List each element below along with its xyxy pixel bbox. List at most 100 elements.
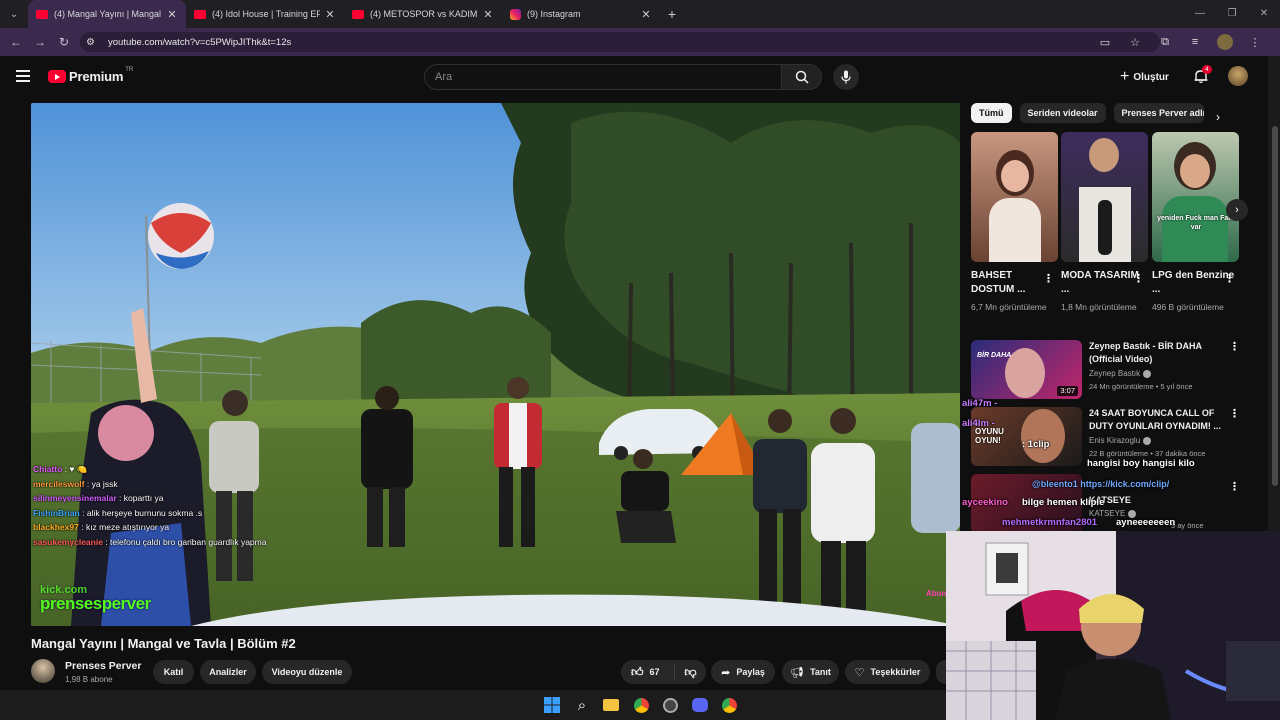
close-window-icon[interactable]: ✕ xyxy=(1248,0,1280,28)
kick-watermark: kick.com prensesperver xyxy=(40,584,151,612)
profile-avatar[interactable] xyxy=(1217,34,1233,50)
search-box xyxy=(424,64,782,90)
dislike-button[interactable]: 👎︎ xyxy=(675,665,706,680)
more-options-icon[interactable]: ⋮ xyxy=(1229,407,1240,420)
share-label: Paylaş xyxy=(736,667,765,677)
tab-title: (4) METOSPOR vs KADIM FUTBOL xyxy=(370,9,478,19)
browser-menu-icon[interactable]: ⋮ xyxy=(1240,36,1270,49)
taskbar-search-icon[interactable]: ⌕ xyxy=(572,695,592,715)
chip-all[interactable]: Tümü xyxy=(971,103,1012,123)
more-options-icon[interactable]: ⋮ xyxy=(1133,272,1144,285)
thanks-button[interactable]: ♡ Teşekkürler xyxy=(845,660,930,684)
more-options-icon[interactable]: ⋮ xyxy=(1229,480,1240,493)
logo-text: Premium xyxy=(69,69,124,84)
voice-search-button[interactable] xyxy=(833,64,859,90)
maximize-icon[interactable]: ❐ xyxy=(1216,0,1248,28)
video-title: Zeynep Bastık - BİR DAHA (Official Video… xyxy=(1089,341,1202,364)
short-thumbnail[interactable] xyxy=(1061,132,1148,262)
close-tab-icon[interactable]: ✕ xyxy=(166,8,178,21)
short-views: 6,7 Mn görüntüleme xyxy=(971,302,1047,312)
url-text: youtube.com/watch?v=c5PWipJIThk&t=12s xyxy=(108,36,292,48)
browser-tab-1[interactable]: (4) Mangal Yayını | Mangal ve Tavla ✕ xyxy=(28,0,186,28)
chat-text: : koparttı ya xyxy=(119,493,164,503)
close-tab-icon[interactable]: ✕ xyxy=(324,8,336,21)
site-info-icon[interactable]: ⚙ xyxy=(86,37,102,48)
cast-icon[interactable]: ▭ xyxy=(1090,36,1120,49)
forward-icon[interactable]: → xyxy=(28,35,52,49)
chrome-icon[interactable] xyxy=(631,695,651,715)
minimize-icon[interactable]: — xyxy=(1184,0,1216,28)
promote-button[interactable]: 📢︎ Tanıt xyxy=(782,660,839,684)
tab-search-icon[interactable]: ⌄ xyxy=(0,0,28,28)
join-button[interactable]: Katıl xyxy=(153,660,194,684)
channel-name[interactable]: Prenses Perver xyxy=(65,660,141,672)
menu-icon[interactable] xyxy=(16,70,30,82)
search-button[interactable] xyxy=(781,64,822,90)
shorts-next-button[interactable]: › xyxy=(1226,199,1248,221)
chat-username: blackhex97 xyxy=(33,522,79,532)
browser-tab-2[interactable]: (4) Idol House | Training EP 11 | ✕ xyxy=(186,0,344,28)
file-explorer-icon[interactable] xyxy=(601,695,621,715)
short-thumbnail[interactable]: yeniden Fuck man Fark var xyxy=(1152,132,1239,262)
more-options-icon[interactable]: ⋮ xyxy=(1043,272,1054,285)
share-icon: ➦ xyxy=(721,666,731,679)
account-avatar[interactable] xyxy=(1228,66,1248,86)
like-count: 67 xyxy=(649,667,660,677)
address-bar[interactable]: ⚙ youtube.com/watch?v=c5PWipJIThk&t=12s xyxy=(80,32,1160,52)
microphone-icon xyxy=(841,70,851,84)
back-icon[interactable]: ← xyxy=(4,35,28,49)
chat-line: ayceekino xyxy=(962,497,1008,508)
video-thumbnail[interactable]: BİR DAHA 3:07 xyxy=(971,340,1082,399)
discord-icon[interactable] xyxy=(690,695,710,715)
youtube-icon xyxy=(194,9,206,19)
chip-channel[interactable]: Prenses Perver adlı y xyxy=(1113,103,1204,123)
channel-avatar[interactable] xyxy=(31,659,55,683)
media-controls-icon[interactable]: ≡ xyxy=(1180,36,1210,48)
windows-start-icon[interactable] xyxy=(542,695,562,715)
youtube-icon xyxy=(36,9,48,19)
analytics-button[interactable]: Analizler xyxy=(200,660,256,684)
chevron-right-icon[interactable]: › xyxy=(1216,110,1220,124)
share-button[interactable]: ➦ Paylaş xyxy=(711,660,775,684)
tab-title: (4) Mangal Yayını | Mangal ve Tavla xyxy=(54,9,162,19)
more-actions-button[interactable] xyxy=(936,660,946,684)
short-card[interactable]: yeniden Fuck man Fark var LPG den Benzin… xyxy=(1152,132,1239,314)
chrome-icon[interactable] xyxy=(719,695,739,715)
new-tab-button[interactable]: + xyxy=(660,6,684,22)
browser-tab-3[interactable]: (4) METOSPOR vs KADIM FUTBOL ✕ xyxy=(344,0,502,28)
like-button[interactable]: 👍︎ 67 xyxy=(621,665,675,679)
short-thumbnail[interactable] xyxy=(971,132,1058,262)
scrollbar-thumb[interactable] xyxy=(1272,126,1278,486)
window-controls: — ❐ ✕ xyxy=(1184,0,1280,28)
youtube-play-icon xyxy=(48,70,66,83)
video-channel: Zeynep Bastık xyxy=(1089,369,1152,378)
tab-title: (9) Instagram xyxy=(527,9,581,19)
close-tab-icon[interactable]: ✕ xyxy=(640,8,652,21)
video-duration: 3:07 xyxy=(1057,386,1078,396)
obs-icon[interactable] xyxy=(660,695,680,715)
chat-username: mercileswolf xyxy=(33,478,85,489)
reload-icon[interactable]: ↻ xyxy=(52,35,76,49)
channel-name: Zeynep Bastık xyxy=(1089,369,1141,378)
more-options-icon[interactable]: ⋮ xyxy=(1224,272,1235,285)
extensions-icon[interactable]: ⧉ xyxy=(1150,36,1180,49)
short-views: 1,8 Mn görüntüleme xyxy=(1061,302,1137,312)
browser-tab-4[interactable]: (9) Instagram ✕ xyxy=(502,0,660,28)
bookmark-star-icon[interactable]: ☆ xyxy=(1120,36,1150,49)
edit-video-button[interactable]: Videoyu düzenle xyxy=(262,660,352,684)
more-options-icon[interactable]: ⋮ xyxy=(1229,340,1240,353)
chat-text: : kız meze atıştırıyor ya xyxy=(81,522,170,532)
short-card[interactable]: MODA TASARIM ... 1,8 Mn görüntüleme ⋮ xyxy=(1061,132,1148,314)
create-button[interactable]: + Oluştur xyxy=(1120,68,1169,86)
short-card[interactable]: BAHSET DOSTUM ... 6,7 Mn görüntüleme ⋮ xyxy=(971,132,1058,314)
close-tab-icon[interactable]: ✕ xyxy=(482,8,494,21)
video-thumbnail[interactable]: OYUNU OYUN! xyxy=(971,407,1082,466)
chip-series[interactable]: Seriden videolar xyxy=(1019,103,1106,123)
watermark-domain: kick.com xyxy=(40,584,88,596)
youtube-premium-logo[interactable]: Premium TR xyxy=(48,67,133,84)
chat-message: blackhex97 : kız meze atıştırıyor ya xyxy=(33,520,293,535)
recommended-video[interactable]: BİR DAHA 3:07 Zeynep Bastık - BİR DAHA (… xyxy=(971,340,1251,400)
chat-message: silinmeyensinemalar : koparttı ya xyxy=(33,491,293,506)
search-input[interactable] xyxy=(435,71,781,83)
notifications-button[interactable]: 4 xyxy=(1193,65,1212,84)
